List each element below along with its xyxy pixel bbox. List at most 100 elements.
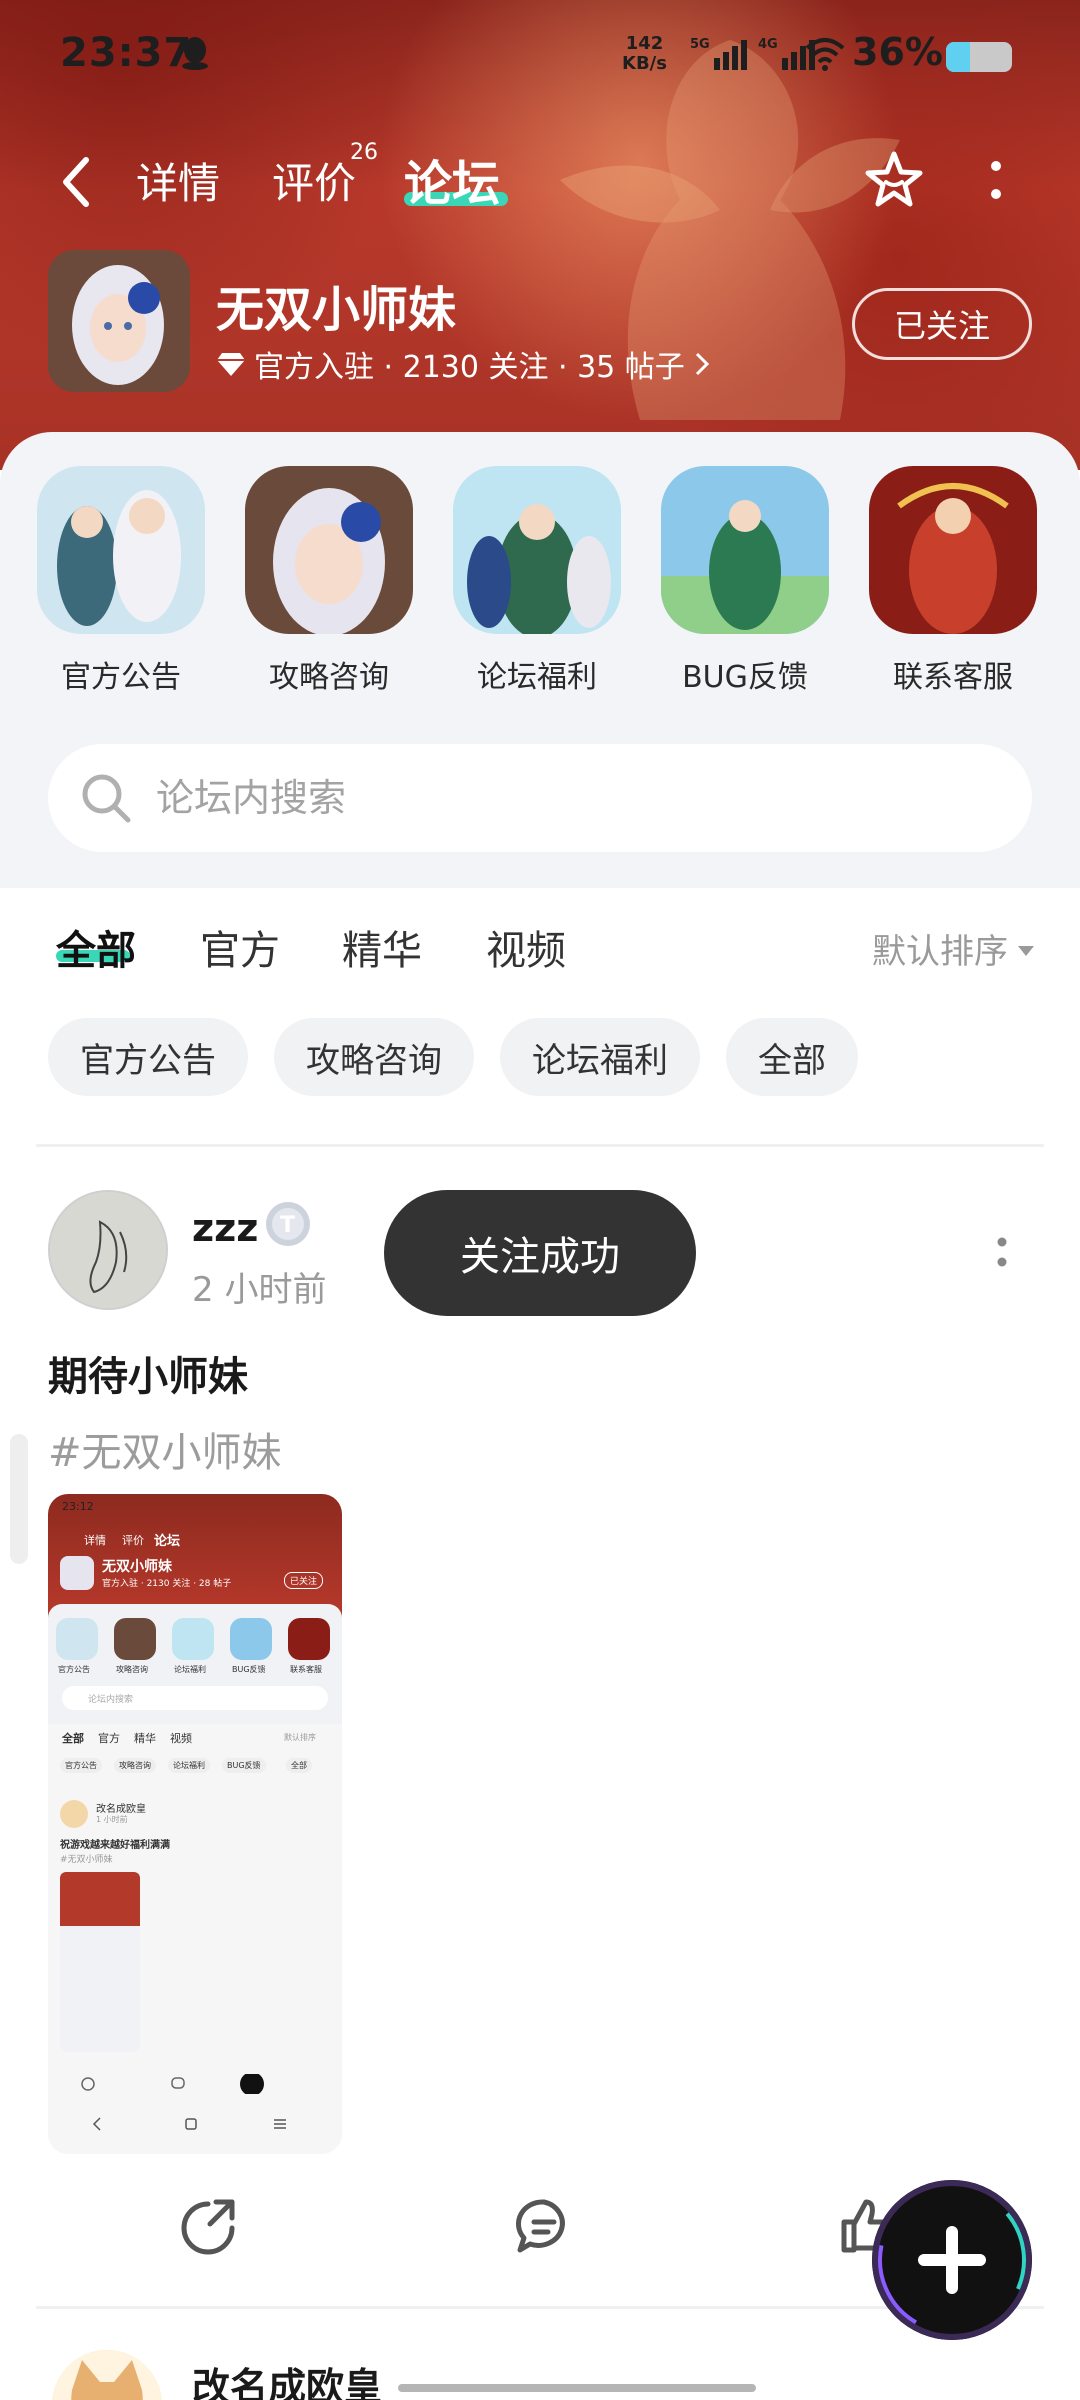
toast-message: 关注成功 — [384, 1190, 696, 1316]
more-vertical-icon[interactable] — [996, 1236, 1008, 1268]
category-welfare[interactable]: 论坛福利 — [452, 466, 622, 696]
category-announcement[interactable]: 官方公告 — [36, 466, 206, 696]
status-time: 23:37 — [60, 30, 193, 76]
thumb-tab-detail: 详情 — [84, 1534, 106, 1547]
thumb-tab-all: 全部 — [62, 1732, 84, 1745]
thumb-cat-label-1: 官方公告 — [58, 1665, 90, 1674]
thumb-game-avatar — [60, 1556, 94, 1590]
star-icon[interactable] — [862, 148, 926, 212]
topic-chips: 官方公告 攻略咨询 论坛福利 全部 — [0, 1010, 1080, 1110]
thumb-actions — [81, 2074, 264, 2094]
battery-fill — [946, 42, 970, 72]
chevron-right-icon — [695, 352, 709, 376]
filter-tab-featured[interactable]: 精华 — [342, 918, 422, 976]
scroll-handle[interactable] — [10, 1434, 28, 1564]
more-vertical-icon[interactable] — [990, 158, 1002, 202]
filter-tab-video[interactable]: 视频 — [486, 918, 566, 976]
thumb-system-nav — [92, 2117, 286, 2131]
create-post-button[interactable] — [872, 2180, 1032, 2340]
post-username[interactable]: zzz — [192, 1206, 258, 1250]
dog-avatar-art — [52, 2350, 162, 2400]
thumb-tab-official: 官方 — [98, 1732, 120, 1745]
svg-text:5G: 5G — [690, 37, 710, 52]
category-label: 攻略咨询 — [269, 660, 389, 695]
plus-icon — [878, 2186, 1026, 2334]
search-input[interactable] — [156, 772, 956, 824]
thumb-cat-label-4: BUG反馈 — [232, 1665, 266, 1674]
sort-label: 默认排序 — [872, 932, 1008, 972]
forum-search-bar[interactable] — [48, 744, 1032, 852]
thumb-post-title: 祝游戏越来越好福利满满 — [60, 1840, 170, 1851]
signal-5g-icon: 5G — [690, 37, 747, 70]
post-hashtag[interactable]: #无双小师妹 — [48, 1420, 282, 1478]
post-title[interactable]: 期待小师妹 — [48, 1344, 248, 1402]
search-icon — [82, 774, 131, 823]
sort-dropdown[interactable]: 默认排序 — [872, 924, 1034, 973]
game-name: 无双小师妹 — [216, 282, 457, 338]
game-avatar[interactable] — [48, 250, 190, 392]
thumb-tab-video: 视频 — [170, 1732, 192, 1745]
svg-text:T: T — [280, 1213, 295, 1238]
thumb-cat-1 — [56, 1618, 98, 1660]
thumb-follow: 已关注 — [284, 1572, 324, 1589]
thumb-chip-1: 官方公告 — [60, 1758, 102, 1773]
sketch-avatar-art — [50, 1192, 166, 1308]
followed-button[interactable]: 已关注 — [852, 288, 1032, 360]
filter-tab-official[interactable]: 官方 — [200, 918, 280, 976]
chip-announcement[interactable]: 官方公告 — [48, 1018, 248, 1096]
review-count-badge: 26 — [350, 140, 378, 165]
caret-down-icon — [1018, 945, 1034, 956]
post-time: 2 小时前 — [192, 1270, 327, 1310]
thumb-chip-5: 全部 — [286, 1758, 312, 1773]
thumb-post-time: 1 小时前 — [96, 1815, 128, 1824]
thumb-chip-2: 攻略咨询 — [114, 1758, 156, 1773]
thumb-cat-5 — [288, 1618, 330, 1660]
wifi-icon — [805, 38, 845, 71]
next-post-avatar[interactable] — [52, 2350, 162, 2400]
category-label: 官方公告 — [61, 660, 181, 695]
chip-strategy[interactable]: 攻略咨询 — [274, 1018, 474, 1096]
thumb-cat-label-2: 攻略咨询 — [116, 1665, 148, 1674]
post-image[interactable]: 23:12 详情 评价 论坛 无双小师妹 官方入驻 · 2130 关注 · 28… — [48, 1494, 342, 2154]
network-speed: 142 KB/s — [622, 33, 667, 74]
forum-page: 23:37 142 KB/s 5G 4G 36% 详情 评价 26 论坛 无双小… — [0, 0, 1080, 2400]
filter-tab-all[interactable]: 全部 — [56, 918, 136, 976]
game-meta[interactable]: 官方入驻 · 2130 关注 · 35 帖子 — [216, 342, 711, 386]
bug-art — [661, 466, 829, 634]
tab-detail[interactable]: 详情 — [136, 150, 220, 211]
thumb-game-name: 无双小师妹 — [102, 1559, 172, 1575]
announcement-art — [37, 466, 205, 634]
tab-forum[interactable]: 论坛 — [404, 144, 500, 214]
thumb-chip-4: BUG反馈 — [222, 1758, 266, 1773]
category-support[interactable]: 联系客服 — [868, 466, 1038, 696]
battery-percent: 36% — [852, 30, 943, 74]
svg-text:4G: 4G — [758, 37, 778, 52]
category-label: BUG反馈 — [682, 660, 808, 695]
thumb-post-tag: #无双小师妹 — [60, 1855, 113, 1865]
chevron-left-icon[interactable] — [56, 154, 96, 210]
chip-welfare[interactable]: 论坛福利 — [500, 1018, 700, 1096]
home-indicator[interactable] — [398, 2384, 756, 2392]
next-post-username[interactable]: 改名成欧皇 — [192, 2356, 382, 2400]
category-panel: 官方公告 攻略咨询 论坛福利 BUG反馈 联系客服 — [0, 432, 1080, 888]
chip-all[interactable]: 全部 — [726, 1018, 858, 1096]
level-badge-icon: T — [266, 1202, 310, 1246]
divider — [36, 1144, 1044, 1147]
comment-icon[interactable] — [512, 2194, 576, 2258]
post-author-avatar[interactable] — [48, 1190, 168, 1310]
thumb-nested-image — [60, 1872, 140, 2052]
thumb-time: 23:12 — [62, 1500, 94, 1513]
thumb-post-avatar — [60, 1800, 88, 1828]
hero-header: 23:37 142 KB/s 5G 4G 36% 详情 评价 26 论坛 无双小… — [0, 0, 1080, 470]
status-bar: 23:37 142 KB/s 5G 4G 36% — [0, 0, 1080, 110]
top-nav: 详情 评价 26 论坛 — [0, 140, 1080, 230]
tab-review[interactable]: 评价 — [272, 150, 356, 211]
game-info: 无双小师妹 官方入驻 · 2130 关注 · 35 帖子 已关注 — [0, 250, 1080, 400]
category-strategy[interactable]: 攻略咨询 — [244, 466, 414, 696]
category-label: 论坛福利 — [477, 660, 597, 695]
game-avatar-art — [48, 250, 190, 392]
thumb-game-meta: 官方入驻 · 2130 关注 · 28 帖子 — [102, 1579, 232, 1589]
category-bug[interactable]: BUG反馈 — [660, 466, 830, 696]
category-label: 联系客服 — [893, 660, 1013, 695]
share-icon[interactable] — [178, 2194, 242, 2258]
